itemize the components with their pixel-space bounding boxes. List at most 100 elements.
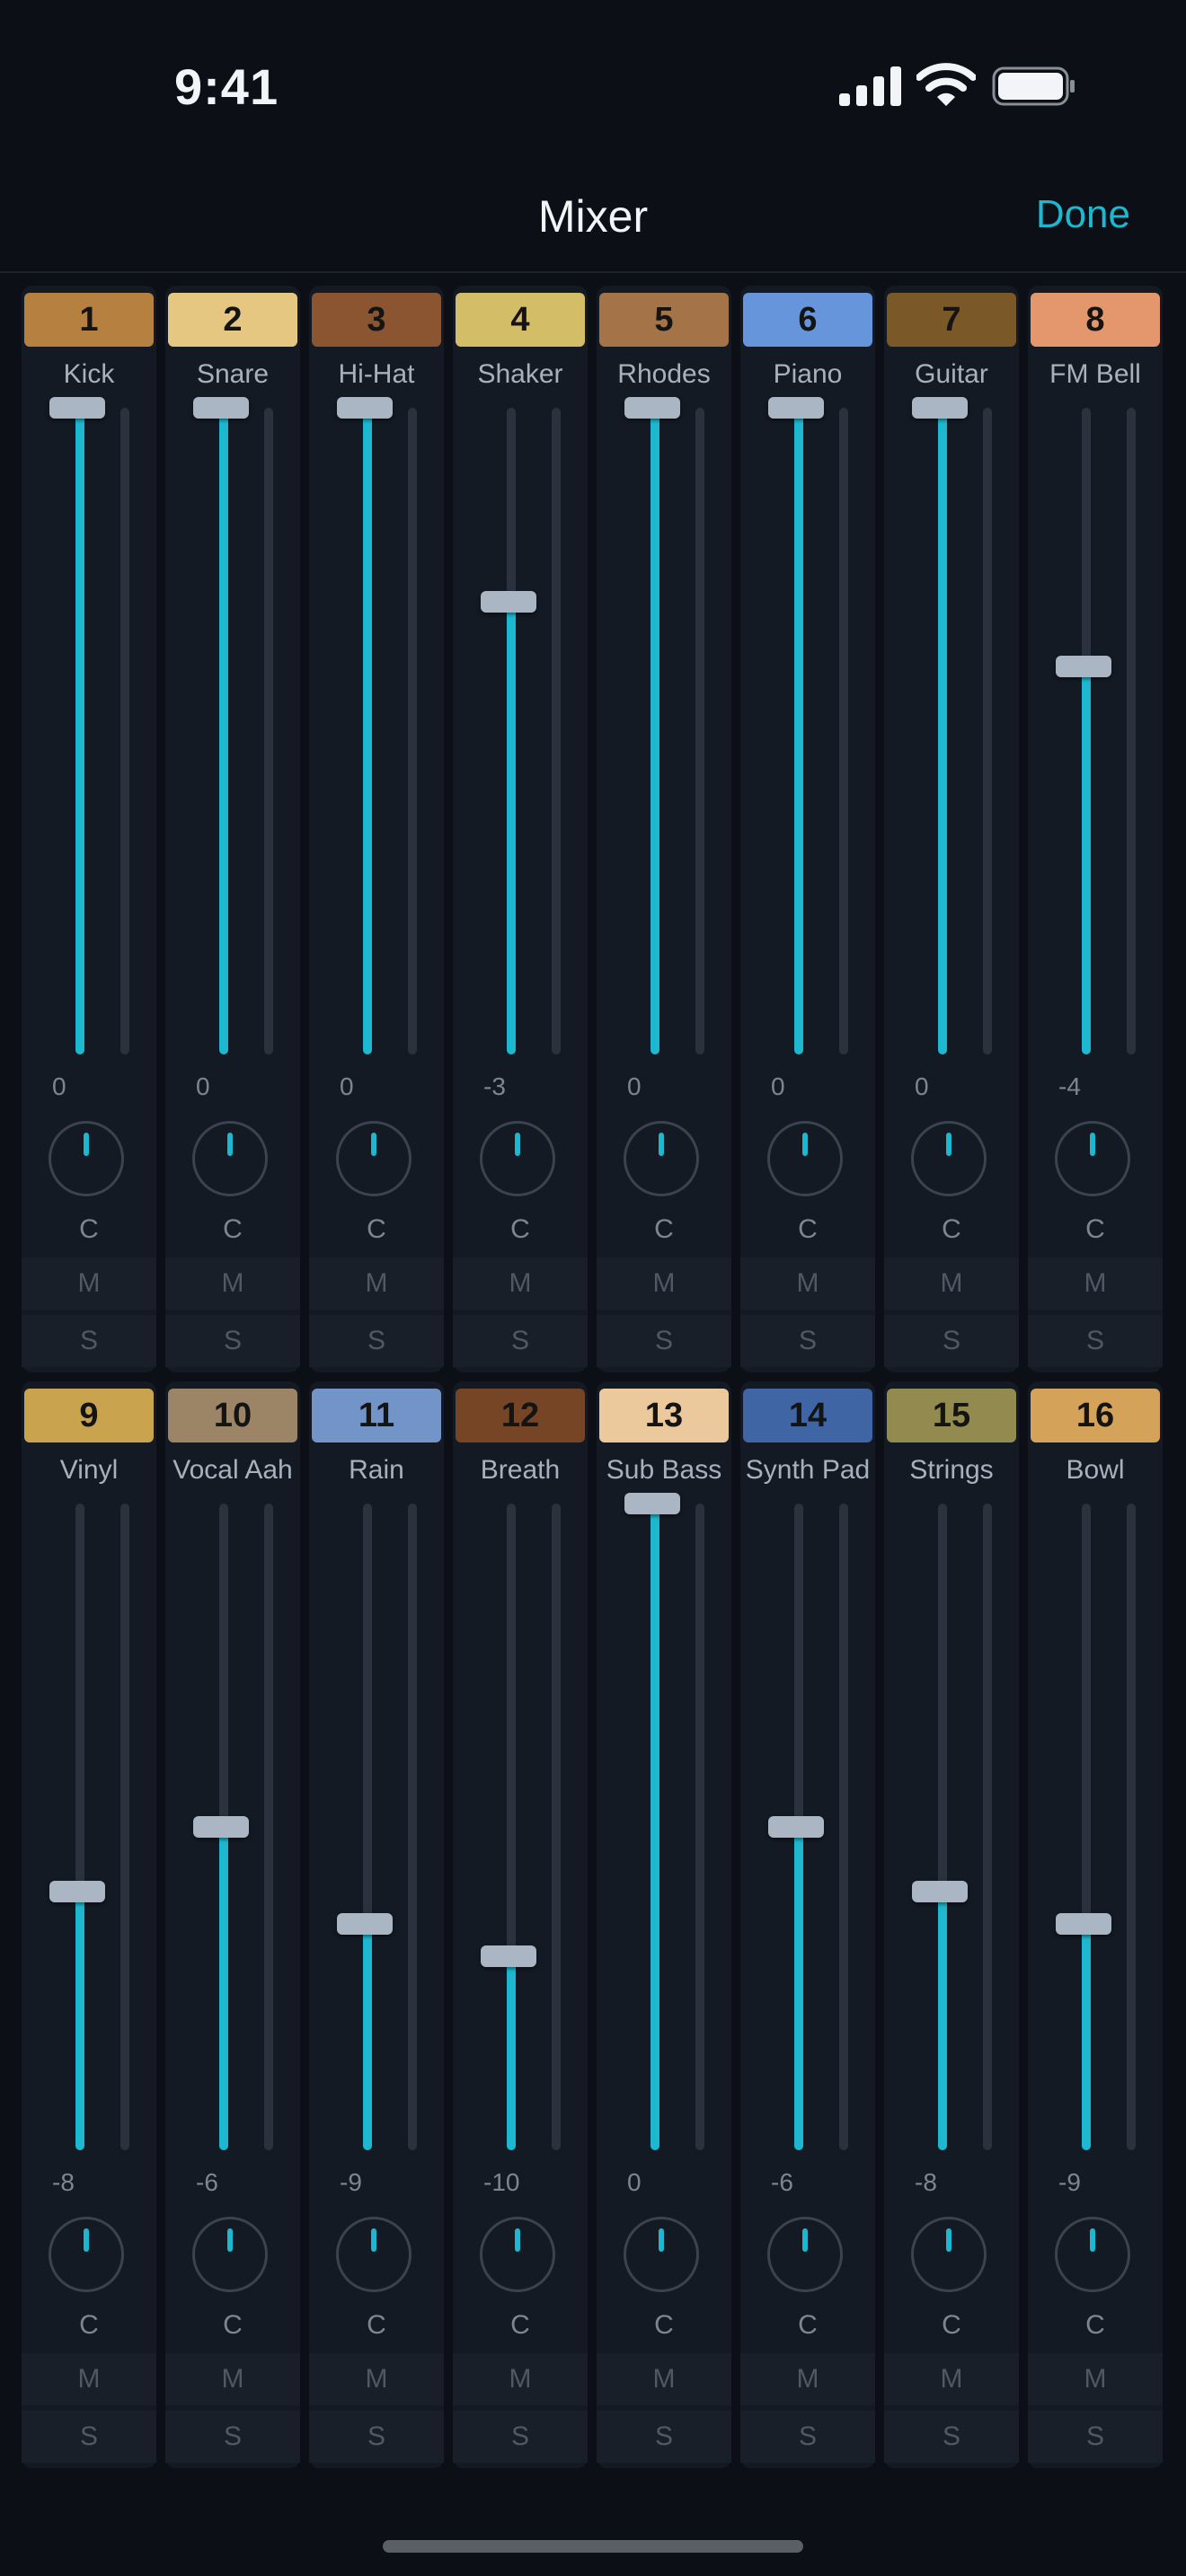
channel-number-badge[interactable]: 13 [599,1389,729,1442]
fader-handle[interactable] [768,397,824,419]
mute-button[interactable]: M [453,2353,588,2405]
volume-fader[interactable] [1056,408,1111,1054]
channel-number-badge[interactable]: 6 [743,293,872,347]
pan-knob[interactable] [49,2217,124,2292]
pan-knob[interactable] [1055,1121,1130,1196]
volume-fader[interactable] [49,1504,105,2150]
solo-button[interactable]: S [1028,2411,1163,2463]
mute-button[interactable]: M [1028,1257,1163,1310]
channel-number-badge[interactable]: 10 [168,1389,297,1442]
fader-handle[interactable] [337,1913,393,1935]
fader-handle[interactable] [481,591,536,613]
mute-button[interactable]: M [22,2353,156,2405]
solo-button[interactable]: S [453,1315,588,1367]
volume-fader[interactable] [1056,1504,1111,2150]
solo-button[interactable]: S [884,1315,1019,1367]
pan-knob[interactable] [192,2217,268,2292]
mute-button[interactable]: M [884,1257,1019,1310]
mute-button[interactable]: M [597,1257,731,1310]
channel-number-badge[interactable]: 15 [887,1389,1016,1442]
pan-knob[interactable] [336,2217,412,2292]
fader-handle[interactable] [337,397,393,419]
fader-handle[interactable] [193,397,249,419]
channel-number-badge[interactable]: 3 [312,293,441,347]
mute-button[interactable]: M [22,1257,156,1310]
channel-number-badge[interactable]: 12 [456,1389,585,1442]
fader-handle[interactable] [1056,1913,1111,1935]
volume-fader[interactable] [768,397,824,1054]
volume-fader[interactable] [481,408,536,1054]
fader-handle[interactable] [49,1881,105,1902]
done-button[interactable]: Done [1036,192,1130,237]
solo-button[interactable]: S [740,2411,875,2463]
solo-button[interactable]: S [740,1315,875,1367]
fader-handle[interactable] [912,397,968,419]
mute-button[interactable]: M [1028,2353,1163,2405]
volume-fader[interactable] [337,397,393,1054]
channel-number-badge[interactable]: 1 [24,293,154,347]
mute-button[interactable]: M [165,2353,300,2405]
pan-knob[interactable] [911,1121,987,1196]
volume-fader[interactable] [768,1504,824,2150]
fader-handle[interactable] [49,397,105,419]
fader-handle[interactable] [768,1816,824,1838]
pan-knob[interactable] [624,1121,699,1196]
mute-button[interactable]: M [309,2353,444,2405]
fader-handle[interactable] [624,1493,680,1514]
volume-fader[interactable] [193,397,249,1054]
mute-button[interactable]: M [309,1257,444,1310]
volume-fader[interactable] [49,397,105,1054]
mute-button[interactable]: M [884,2353,1019,2405]
channel-number-badge[interactable]: 4 [456,293,585,347]
fader-handle[interactable] [624,397,680,419]
volume-fader[interactable] [912,397,968,1054]
channel-name: Rhodes [617,359,711,389]
pan-knob[interactable] [480,1121,555,1196]
pan-knob[interactable] [767,2217,843,2292]
solo-button[interactable]: S [1028,1315,1163,1367]
solo-button[interactable]: S [22,2411,156,2463]
channel-number-badge[interactable]: 2 [168,293,297,347]
channel-number-badge[interactable]: 5 [599,293,729,347]
solo-button[interactable]: S [453,2411,588,2463]
volume-fader[interactable] [624,1493,680,2150]
pan-knob[interactable] [49,1121,124,1196]
pan-knob[interactable] [1055,2217,1130,2292]
solo-button[interactable]: S [597,2411,731,2463]
fader-handle[interactable] [912,1881,968,1902]
solo-button[interactable]: S [22,1315,156,1367]
channel-number-badge[interactable]: 7 [887,293,1016,347]
fader-handle[interactable] [1056,656,1111,677]
channel-number-badge[interactable]: 11 [312,1389,441,1442]
channel-number-badge[interactable]: 9 [24,1389,154,1442]
pan-knob[interactable] [336,1121,412,1196]
mute-button[interactable]: M [453,1257,588,1310]
pan-knob[interactable] [911,2217,987,2292]
pan-knob[interactable] [480,2217,555,2292]
solo-button[interactable]: S [309,2411,444,2463]
fader-handle[interactable] [193,1816,249,1838]
volume-fader[interactable] [624,397,680,1054]
solo-button[interactable]: S [309,1315,444,1367]
channel-number-badge[interactable]: 16 [1031,1389,1160,1442]
fader-handle[interactable] [481,1945,536,1967]
pan-knob[interactable] [767,1121,843,1196]
solo-button[interactable]: S [597,1315,731,1367]
pan-knob[interactable] [192,1121,268,1196]
pan-knob[interactable] [624,2217,699,2292]
channel-number-badge[interactable]: 8 [1031,293,1160,347]
mute-button[interactable]: M [740,1257,875,1310]
solo-button[interactable]: S [884,2411,1019,2463]
volume-fader[interactable] [337,1504,393,2150]
mute-button[interactable]: M [740,2353,875,2405]
pan-label: C [942,2310,961,2340]
volume-fader[interactable] [481,1504,536,2150]
solo-button[interactable]: S [165,2411,300,2463]
pan-indicator [227,2228,233,2252]
volume-fader[interactable] [193,1504,249,2150]
volume-fader[interactable] [912,1504,968,2150]
solo-button[interactable]: S [165,1315,300,1367]
channel-number-badge[interactable]: 14 [743,1389,872,1442]
mute-button[interactable]: M [165,1257,300,1310]
mute-button[interactable]: M [597,2353,731,2405]
